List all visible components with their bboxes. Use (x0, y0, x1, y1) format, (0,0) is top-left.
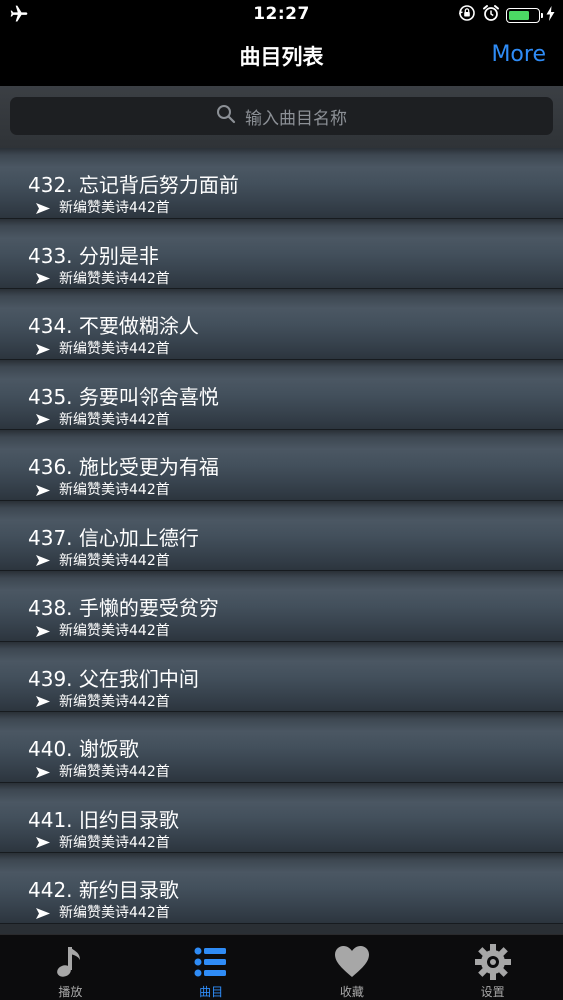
song-title: 439. 父在我们中间 (28, 666, 199, 691)
song-title: 435. 务要叫邻舍喜悦 (28, 384, 219, 409)
arrow-icon (36, 907, 50, 919)
arrow-icon (36, 836, 50, 848)
tab-heart[interactable]: 收藏 (282, 935, 423, 1000)
song-list-item[interactable]: 438. 手懒的要受贫穷 新编赞美诗442首 (0, 571, 563, 642)
song-collection-label: 新编赞美诗442首 (59, 764, 170, 780)
more-button[interactable]: More (491, 42, 546, 67)
gear-icon (473, 942, 513, 982)
song-list-item[interactable]: 433. 分别是非 新编赞美诗442首 (0, 218, 563, 289)
tab-label: 收藏 (339, 985, 364, 999)
arrow-icon (36, 343, 50, 355)
song-title: 432. 忘记背后努力面前 (28, 173, 239, 197)
orientation-lock-icon (458, 4, 476, 26)
arrow-icon (36, 272, 50, 284)
song-subtitle: 新编赞美诗442首 (36, 902, 170, 922)
status-icons (458, 5, 555, 25)
arrow-icon (36, 413, 50, 425)
search-icon (216, 104, 236, 128)
page-title: 曲目列表 (239, 45, 324, 69)
song-collection-label: 新编赞美诗442首 (59, 552, 170, 569)
search-area: 输入曲目名称 (0, 86, 563, 149)
song-subtitle: 新编赞美诗442首 (36, 832, 170, 852)
song-title: 441. 旧约目录歌 (28, 807, 179, 832)
song-subtitle: 新编赞美诗442首 (36, 197, 170, 217)
song-subtitle: 新编赞美诗442首 (36, 620, 170, 640)
song-collection-label: 新编赞美诗442首 (59, 693, 170, 710)
song-list-item[interactable]: 432. 忘记背后努力面前 新编赞美诗442首 (0, 148, 563, 219)
song-collection-label: 新编赞美诗442首 (59, 270, 170, 287)
arrow-icon (36, 554, 50, 566)
song-list-item[interactable]: 436. 施比受更为有福 新编赞美诗442首 (0, 430, 563, 501)
song-collection-label: 新编赞美诗442首 (59, 200, 170, 216)
song-title: 440. 谢饭歌 (28, 737, 139, 761)
song-title: 434. 不要做糊涂人 (28, 314, 199, 338)
song-list-item[interactable]: 434. 不要做糊涂人 新编赞美诗442首 (0, 289, 563, 360)
song-subtitle: 新编赞美诗442首 (36, 338, 170, 358)
tab-label: 曲目 (199, 985, 224, 999)
song-subtitle: 新编赞美诗442首 (36, 761, 170, 781)
app-screen: 12:27 曲目列表 More 输入曲目名称 432. 忘记背后努力面前 新编赞… (0, 0, 563, 1000)
song-list-item[interactable]: 440. 谢饭歌 新编赞美诗442首 (0, 712, 563, 783)
charging-bolt-icon (546, 5, 555, 25)
arrow-icon (36, 766, 50, 778)
song-collection-label: 新编赞美诗442首 (59, 411, 170, 428)
song-collection-label: 新编赞美诗442首 (59, 834, 170, 851)
song-subtitle: 新编赞美诗442首 (36, 550, 170, 570)
arrow-icon (36, 202, 50, 214)
song-subtitle: 新编赞美诗442首 (36, 409, 170, 429)
list-icon (191, 942, 231, 982)
song-title: 437. 信心加上德行 (28, 525, 199, 550)
tab-gear[interactable]: 设置 (422, 935, 563, 1000)
nav-bar: 曲目列表 More (0, 30, 563, 86)
battery-fill (509, 10, 529, 20)
tab-list[interactable]: 曲目 (141, 935, 282, 1000)
tab-label: 设置 (480, 985, 505, 999)
song-list-item[interactable]: 437. 信心加上德行 新编赞美诗442首 (0, 500, 563, 571)
song-title: 438. 手懒的要受贫穷 (28, 596, 219, 620)
search-placeholder: 输入曲目名称 (245, 108, 347, 129)
song-collection-label: 新编赞美诗442首 (59, 482, 170, 498)
search-input[interactable]: 输入曲目名称 (10, 97, 553, 135)
song-title: 442. 新约目录歌 (28, 878, 179, 902)
song-list[interactable]: 432. 忘记背后努力面前 新编赞美诗442首 433. 分别是非 新编赞美诗4… (0, 148, 563, 934)
song-title: 436. 施比受更为有福 (28, 455, 219, 479)
song-title: 433. 分别是非 (28, 243, 159, 268)
tab-music-note[interactable]: 播放 (0, 935, 141, 1000)
song-subtitle: 新编赞美诗442首 (36, 479, 170, 499)
song-list-item[interactable]: 439. 父在我们中间 新编赞美诗442首 (0, 641, 563, 712)
alarm-icon (482, 4, 500, 26)
tab-label: 播放 (58, 985, 83, 999)
song-subtitle: 新编赞美诗442首 (36, 691, 170, 711)
status-bar: 12:27 (0, 0, 563, 30)
music-note-icon (50, 942, 90, 982)
song-list-item[interactable]: 441. 旧约目录歌 新编赞美诗442首 (0, 782, 563, 853)
song-subtitle: 新编赞美诗442首 (36, 268, 170, 288)
arrow-icon (36, 484, 50, 496)
song-collection-label: 新编赞美诗442首 (59, 341, 170, 357)
battery-cap (540, 12, 543, 18)
arrow-icon (36, 695, 50, 707)
song-list-item[interactable]: 442. 新约目录歌 新编赞美诗442首 (0, 853, 563, 924)
heart-icon (332, 942, 372, 982)
song-list-item[interactable]: 435. 务要叫邻舍喜悦 新编赞美诗442首 (0, 359, 563, 430)
battery-icon (506, 7, 543, 23)
song-collection-label: 新编赞美诗442首 (59, 905, 170, 921)
tab-bar: 播放 曲目 收藏 设置 (0, 934, 563, 1000)
song-collection-label: 新编赞美诗442首 (59, 623, 170, 639)
arrow-icon (36, 625, 50, 637)
